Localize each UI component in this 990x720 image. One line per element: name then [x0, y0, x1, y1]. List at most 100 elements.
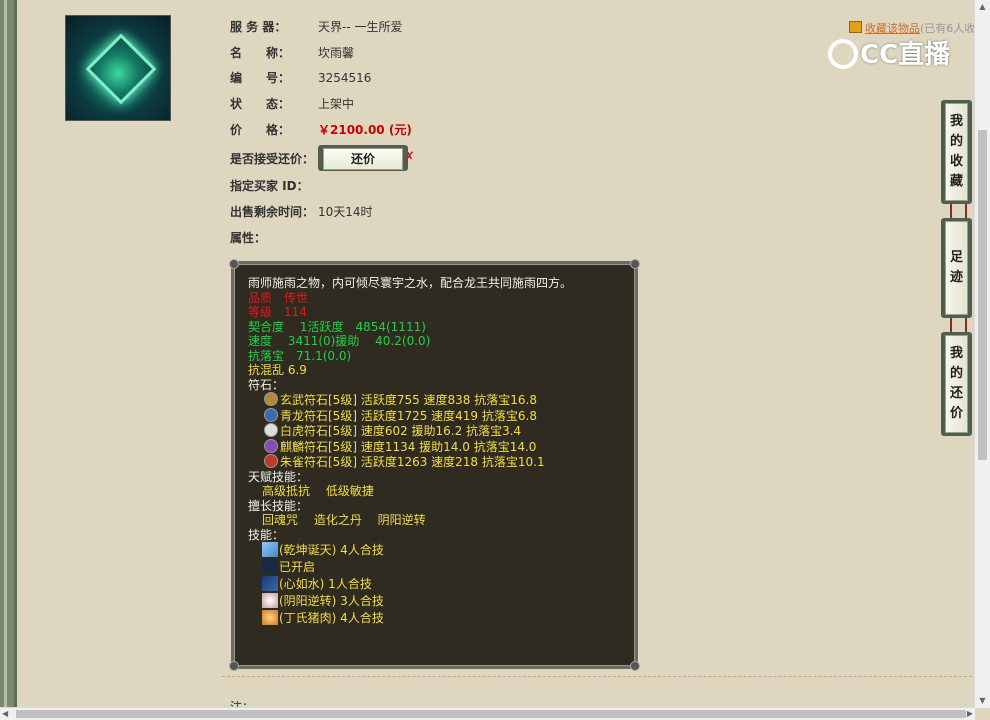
rune-gem-icon [264, 423, 278, 437]
rune-text: 玄武符石[5级] 活跃度755 速度838 抗落宝16.8 [280, 393, 537, 407]
remaining-value: 10天14时 [318, 205, 373, 219]
buyer-label: 指定买家 ID： [230, 179, 309, 193]
attrs-row: 属性： [230, 230, 318, 246]
number-row: 编 号： 3254516 [230, 70, 371, 86]
price-value: ￥2100.00 (元) [318, 123, 412, 137]
rune-item: 朱雀符石[5级] 活跃度1263 速度218 抗落宝10.1 [248, 454, 628, 470]
confuse-line: 抗混乱 6.9 [248, 363, 307, 377]
attributes-panel: 雨师施雨之物，内可倾尽寰宇之水，配合龙王共同施雨四方。 品质 传世 等级 114… [229, 259, 640, 671]
side-tab-my-counters[interactable]: 我的还价 [941, 332, 972, 436]
scrollbar-thumb[interactable] [978, 130, 987, 460]
rune-gem-icon [264, 454, 278, 468]
item-image [65, 15, 171, 121]
name-label: 名 称： [230, 46, 291, 60]
rune-gem-icon [264, 438, 278, 453]
skill-text: (心如水) 1人合技 [279, 577, 372, 591]
divider [222, 676, 972, 677]
price-row: 价 格： ￥2100.00 (元) [230, 122, 412, 138]
skill-icon [262, 593, 278, 608]
server-label: 服 务 器： [230, 20, 287, 34]
price-label: 价 格： [230, 123, 291, 137]
rune-gem-icon [264, 392, 278, 406]
buyer-row: 指定买家 ID： [230, 178, 318, 194]
special-values: 回魂咒 造化之丹 阴阳逆转 [262, 513, 426, 527]
skill-icon [262, 542, 278, 557]
scroll-up-icon[interactable]: ▲ [975, 0, 990, 14]
fit-line: 契合度 1活跃度 4854(1111) [248, 319, 426, 334]
server-row: 服 务 器： 天界-- 一生所爱 [230, 19, 402, 35]
special-label: 擅长技能： [248, 498, 309, 513]
level-line: 等级 114 [248, 305, 307, 319]
counter-offer-label: 还价 [323, 148, 403, 170]
skill-text: 已开启 [279, 560, 316, 574]
status-value: 上架中 [318, 97, 355, 111]
side-tab-char: 我 [949, 114, 963, 129]
scrollbar-thumb[interactable] [16, 710, 966, 718]
remaining-label: 出售剩余时间： [230, 205, 315, 219]
counter-offer-button[interactable]: 还价 [318, 145, 408, 171]
favorite-link[interactable]: 收藏该物品 [865, 22, 920, 35]
side-tab-my-favorites[interactable]: 我的收藏 [941, 100, 972, 204]
skills-label: 技能： [248, 527, 285, 542]
favorite-link-area: 收藏该物品(已有6人收 [849, 20, 975, 36]
side-tab-body: 我的还价 [945, 335, 968, 433]
scroll-down-icon[interactable]: ▼ [975, 694, 990, 708]
skill-item: (心如水) 1人合技 [248, 576, 628, 593]
scroll-right-icon[interactable]: ▶ [967, 708, 973, 720]
number-label: 编 号： [230, 71, 291, 85]
vertical-scrollbar[interactable]: ▲ ▼ [974, 0, 990, 708]
skill-text: (乾坤诞天) 4人合技 [279, 543, 384, 557]
item-description: 雨师施雨之物，内可倾尽寰宇之水，配合龙王共同施雨四方。 [248, 276, 573, 290]
skill-icon [262, 559, 278, 574]
side-tab-char: 还 [949, 386, 963, 401]
skill-text: (丁氏猪肉) 4人合技 [279, 611, 384, 625]
rune-item: 麒麟符石[5级] 速度1134 援助14.0 抗落宝14.0 [248, 438, 628, 455]
skill-icon [262, 576, 278, 591]
rune-item: 青龙符石[5级] 活跃度1725 速度419 抗落宝6.8 [248, 407, 628, 424]
status-row: 状 态： 上架中 [230, 96, 354, 112]
skill-icon [262, 610, 278, 625]
server-value: 天界-- 一生所爱 [318, 20, 403, 34]
side-tab-char: 藏 [949, 174, 963, 189]
skill-item: (乾坤诞天) 4人合技 [248, 542, 628, 559]
rune-gem-icon [264, 407, 278, 422]
close-icon: ✗ [404, 150, 415, 165]
left-border [0, 0, 17, 720]
favorite-icon [849, 21, 862, 33]
talent-label: 天赋技能： [248, 469, 309, 484]
skill-item: (丁氏猪肉) 4人合技 [248, 610, 628, 627]
favorite-count: (已有6人收 [920, 22, 976, 35]
side-tab-char: 的 [949, 134, 963, 149]
side-tab-footprints[interactable]: 足迹 [941, 218, 972, 318]
horizontal-scrollbar[interactable]: ◀ ▶ [0, 707, 975, 720]
status-label: 状 态： [230, 97, 291, 111]
scroll-left-icon[interactable]: ◀ [2, 708, 8, 720]
rune-text: 朱雀符石[5级] 活跃度1263 速度218 抗落宝10.1 [280, 455, 545, 469]
corner-ornament [229, 259, 239, 269]
name-value: 坎雨馨 [318, 46, 355, 60]
remaining-row: 出售剩余时间： 10天14时 [230, 204, 373, 220]
runes-label: 符石： [248, 377, 285, 392]
cc-logo-text: CC直播 [860, 40, 951, 70]
skill-text: (阴阳逆转) 3人合技 [279, 594, 384, 608]
skill-item: 已开启 [248, 559, 628, 576]
corner-ornament [630, 259, 640, 269]
speed-line: 速度 3411(0)援助 40.2(0.0) [248, 334, 431, 348]
attributes-content: 雨师施雨之物，内可倾尽寰宇之水，配合龙王共同施雨四方。 品质 传世 等级 114… [248, 276, 628, 627]
counter-label: 是否接受还价： [230, 152, 315, 166]
side-tab-char: 价 [949, 406, 963, 421]
resist-line: 抗落宝 71.1(0.0) [248, 348, 352, 363]
counter-row: 是否接受还价： [230, 151, 318, 167]
side-tab-body: 我的收藏 [945, 103, 968, 201]
corner-ornament [229, 661, 239, 671]
number-value: 3254516 [318, 71, 372, 85]
side-tab-char: 足 [949, 250, 963, 265]
side-tab-connector [950, 204, 967, 218]
rune-item: 白虎符石[5级] 速度602 援助16.2 抗落宝3.4 [248, 423, 628, 439]
side-tab-connector [950, 318, 967, 332]
side-tab-body: 足迹 [945, 221, 968, 315]
rune-item: 玄武符石[5级] 活跃度755 速度838 抗落宝16.8 [248, 392, 628, 408]
side-tab-char: 收 [949, 154, 963, 169]
side-tab-char: 我 [949, 346, 963, 361]
rune-text: 白虎符石[5级] 速度602 援助16.2 抗落宝3.4 [280, 424, 522, 438]
